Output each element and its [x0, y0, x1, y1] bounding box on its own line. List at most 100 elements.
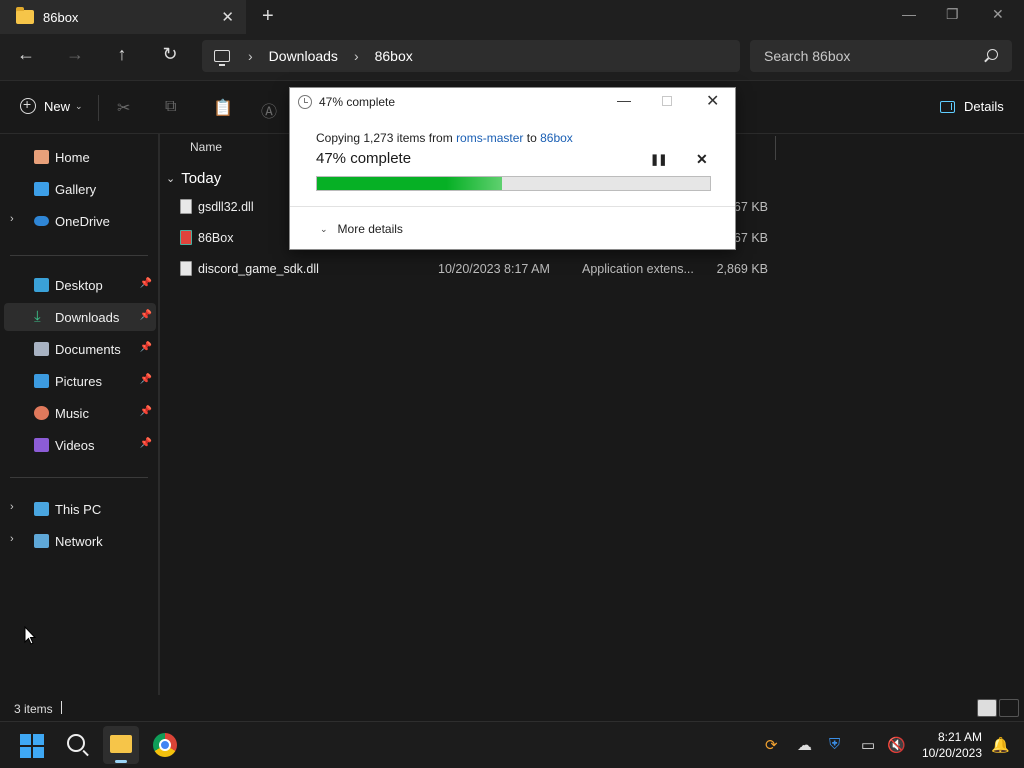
- security-shield-icon[interactable]: ⛨: [829, 736, 840, 753]
- column-divider[interactable]: [775, 136, 776, 160]
- restore-button[interactable]: ❐: [946, 6, 959, 23]
- up-button[interactable]: ↑: [110, 44, 134, 65]
- file-explorer-taskbar-button[interactable]: [103, 726, 139, 764]
- copy-progress-dialog: 47% complete — ✕ Copying 1,273 items fro…: [289, 87, 736, 250]
- search-input[interactable]: [764, 48, 974, 64]
- table-row[interactable]: discord_game_sdk.dll 10/20/2023 8:17 AM …: [176, 256, 776, 284]
- sidebar-item-label: Music: [55, 405, 89, 421]
- tiles-view-button[interactable]: [999, 699, 1019, 717]
- sidebar-item-network[interactable]: › Network: [4, 527, 156, 555]
- sidebar-item-label: Gallery: [55, 181, 97, 197]
- forward-button[interactable]: →: [63, 44, 87, 65]
- notification-bell-icon[interactable]: 🔔: [991, 736, 1010, 754]
- sidebar-item-onedrive[interactable]: › OneDrive: [4, 207, 156, 235]
- minimize-button[interactable]: —: [902, 6, 916, 22]
- mouse-cursor-icon: [24, 626, 36, 645]
- chrome-taskbar-button[interactable]: [153, 733, 177, 757]
- windows-logo-icon: [20, 734, 31, 745]
- close-window-button[interactable]: ✕: [992, 6, 1004, 23]
- sidebar-item-gallery[interactable]: Gallery: [4, 175, 156, 203]
- sidebar-item-this-pc[interactable]: › This PC: [4, 495, 156, 523]
- paste-icon[interactable]: 📋: [213, 98, 233, 118]
- search-box[interactable]: [750, 40, 1012, 72]
- sidebar-item-label: Home: [55, 149, 90, 165]
- dialog-close-button[interactable]: ✕: [706, 91, 719, 111]
- chevron-right-icon[interactable]: ›: [10, 213, 14, 225]
- display-icon[interactable]: ▭: [861, 736, 875, 754]
- sidebar-item-music[interactable]: Music 📌: [4, 399, 156, 427]
- file-type: Application extens...: [582, 262, 694, 276]
- breadcrumb-downloads[interactable]: Downloads: [269, 48, 338, 64]
- destination-link[interactable]: 86box: [540, 131, 573, 145]
- clock[interactable]: 8:21 AM 10/20/2023: [922, 729, 982, 761]
- documents-icon: [34, 342, 49, 356]
- folder-icon: [16, 7, 34, 24]
- sidebar-item-label: This PC: [55, 501, 102, 517]
- details-button[interactable]: Details: [940, 99, 1004, 114]
- volume-muted-icon[interactable]: 🔇: [887, 736, 906, 754]
- cut-icon[interactable]: ✂: [117, 98, 130, 118]
- copy-connector: to: [523, 131, 541, 145]
- column-header-name[interactable]: Name: [190, 140, 222, 154]
- new-tab-button[interactable]: +: [262, 5, 274, 28]
- address-field[interactable]: › Downloads › 86box: [202, 40, 740, 72]
- status-separator: [61, 701, 62, 714]
- tab-close-icon[interactable]: ✕: [221, 8, 234, 26]
- chevron-right-icon[interactable]: ›: [10, 501, 14, 513]
- refresh-button[interactable]: ↻: [158, 44, 182, 65]
- onedrive-tray-icon[interactable]: ☁: [797, 736, 812, 754]
- tab-86box[interactable]: 86box ✕: [0, 0, 246, 34]
- sidebar-item-pictures[interactable]: Pictures 📌: [4, 367, 156, 395]
- pin-icon[interactable]: 📌: [140, 374, 152, 385]
- pin-icon[interactable]: 📌: [140, 342, 152, 353]
- search-icon[interactable]: [987, 49, 998, 60]
- sidebar-divider: [10, 255, 148, 256]
- sidebar-item-downloads[interactable]: ⤓ Downloads 📌: [4, 303, 156, 331]
- pin-icon[interactable]: 📌: [140, 278, 152, 289]
- sidebar-item-documents[interactable]: Documents 📌: [4, 335, 156, 363]
- sidebar-item-desktop[interactable]: Desktop 📌: [4, 271, 156, 299]
- sidebar-item-label: Videos: [55, 437, 95, 453]
- home-icon: [34, 150, 49, 164]
- update-icon[interactable]: ⟳: [765, 736, 778, 754]
- status-bar: 3 items: [0, 695, 1024, 721]
- source-link[interactable]: roms-master: [456, 131, 523, 145]
- pause-button[interactable]: ❚❚: [650, 153, 667, 166]
- clock-date: 10/20/2023: [921, 746, 982, 760]
- pin-icon[interactable]: 📌: [140, 310, 152, 321]
- file-size: 2,869 KB: [716, 262, 768, 276]
- progress-bar-fill: [317, 177, 502, 190]
- copy-icon[interactable]: ⧉: [165, 98, 176, 116]
- navigation-pane: Home Gallery › OneDrive Desktop 📌 ⤓ Down…: [0, 134, 158, 695]
- taskbar-search-icon[interactable]: [67, 734, 85, 752]
- back-button[interactable]: ←: [14, 44, 38, 65]
- chevron-right-icon: ›: [248, 48, 253, 64]
- clock-icon: [298, 95, 312, 109]
- chevron-right-icon[interactable]: ›: [10, 533, 14, 545]
- chevron-down-icon: ⌄: [75, 100, 83, 111]
- item-count: 3 items: [14, 702, 53, 716]
- chevron-right-icon: ›: [353, 48, 359, 64]
- sidebar-item-home[interactable]: Home: [4, 143, 156, 171]
- rename-icon[interactable]: Ⓐ: [261, 98, 277, 122]
- group-header-today[interactable]: ⌄ Today: [166, 170, 221, 187]
- new-button[interactable]: New ⌄: [20, 96, 83, 114]
- details-label: Details: [964, 99, 1004, 114]
- sidebar-item-videos[interactable]: Videos 📌: [4, 431, 156, 459]
- dialog-title-bar[interactable]: 47% complete — ✕: [290, 88, 735, 116]
- pin-icon[interactable]: 📌: [140, 438, 152, 449]
- more-details-label: More details: [337, 222, 403, 236]
- dialog-minimize-button[interactable]: —: [617, 92, 631, 108]
- start-button[interactable]: [20, 734, 44, 758]
- breadcrumb-86box[interactable]: 86box: [375, 48, 413, 64]
- address-bar-row: ← → ↑ ↻ › Downloads › 86box: [0, 34, 1024, 80]
- new-label: New: [44, 98, 71, 114]
- cancel-copy-button[interactable]: ✕: [696, 151, 708, 168]
- windows-logo-pane: [33, 747, 44, 758]
- details-view-button[interactable]: [977, 699, 997, 717]
- group-label: Today: [181, 170, 222, 187]
- plus-icon: [20, 96, 36, 114]
- pin-icon[interactable]: 📌: [140, 406, 152, 417]
- sidebar-item-label: Documents: [55, 341, 121, 357]
- more-details-button[interactable]: ⌄ More details: [320, 222, 403, 236]
